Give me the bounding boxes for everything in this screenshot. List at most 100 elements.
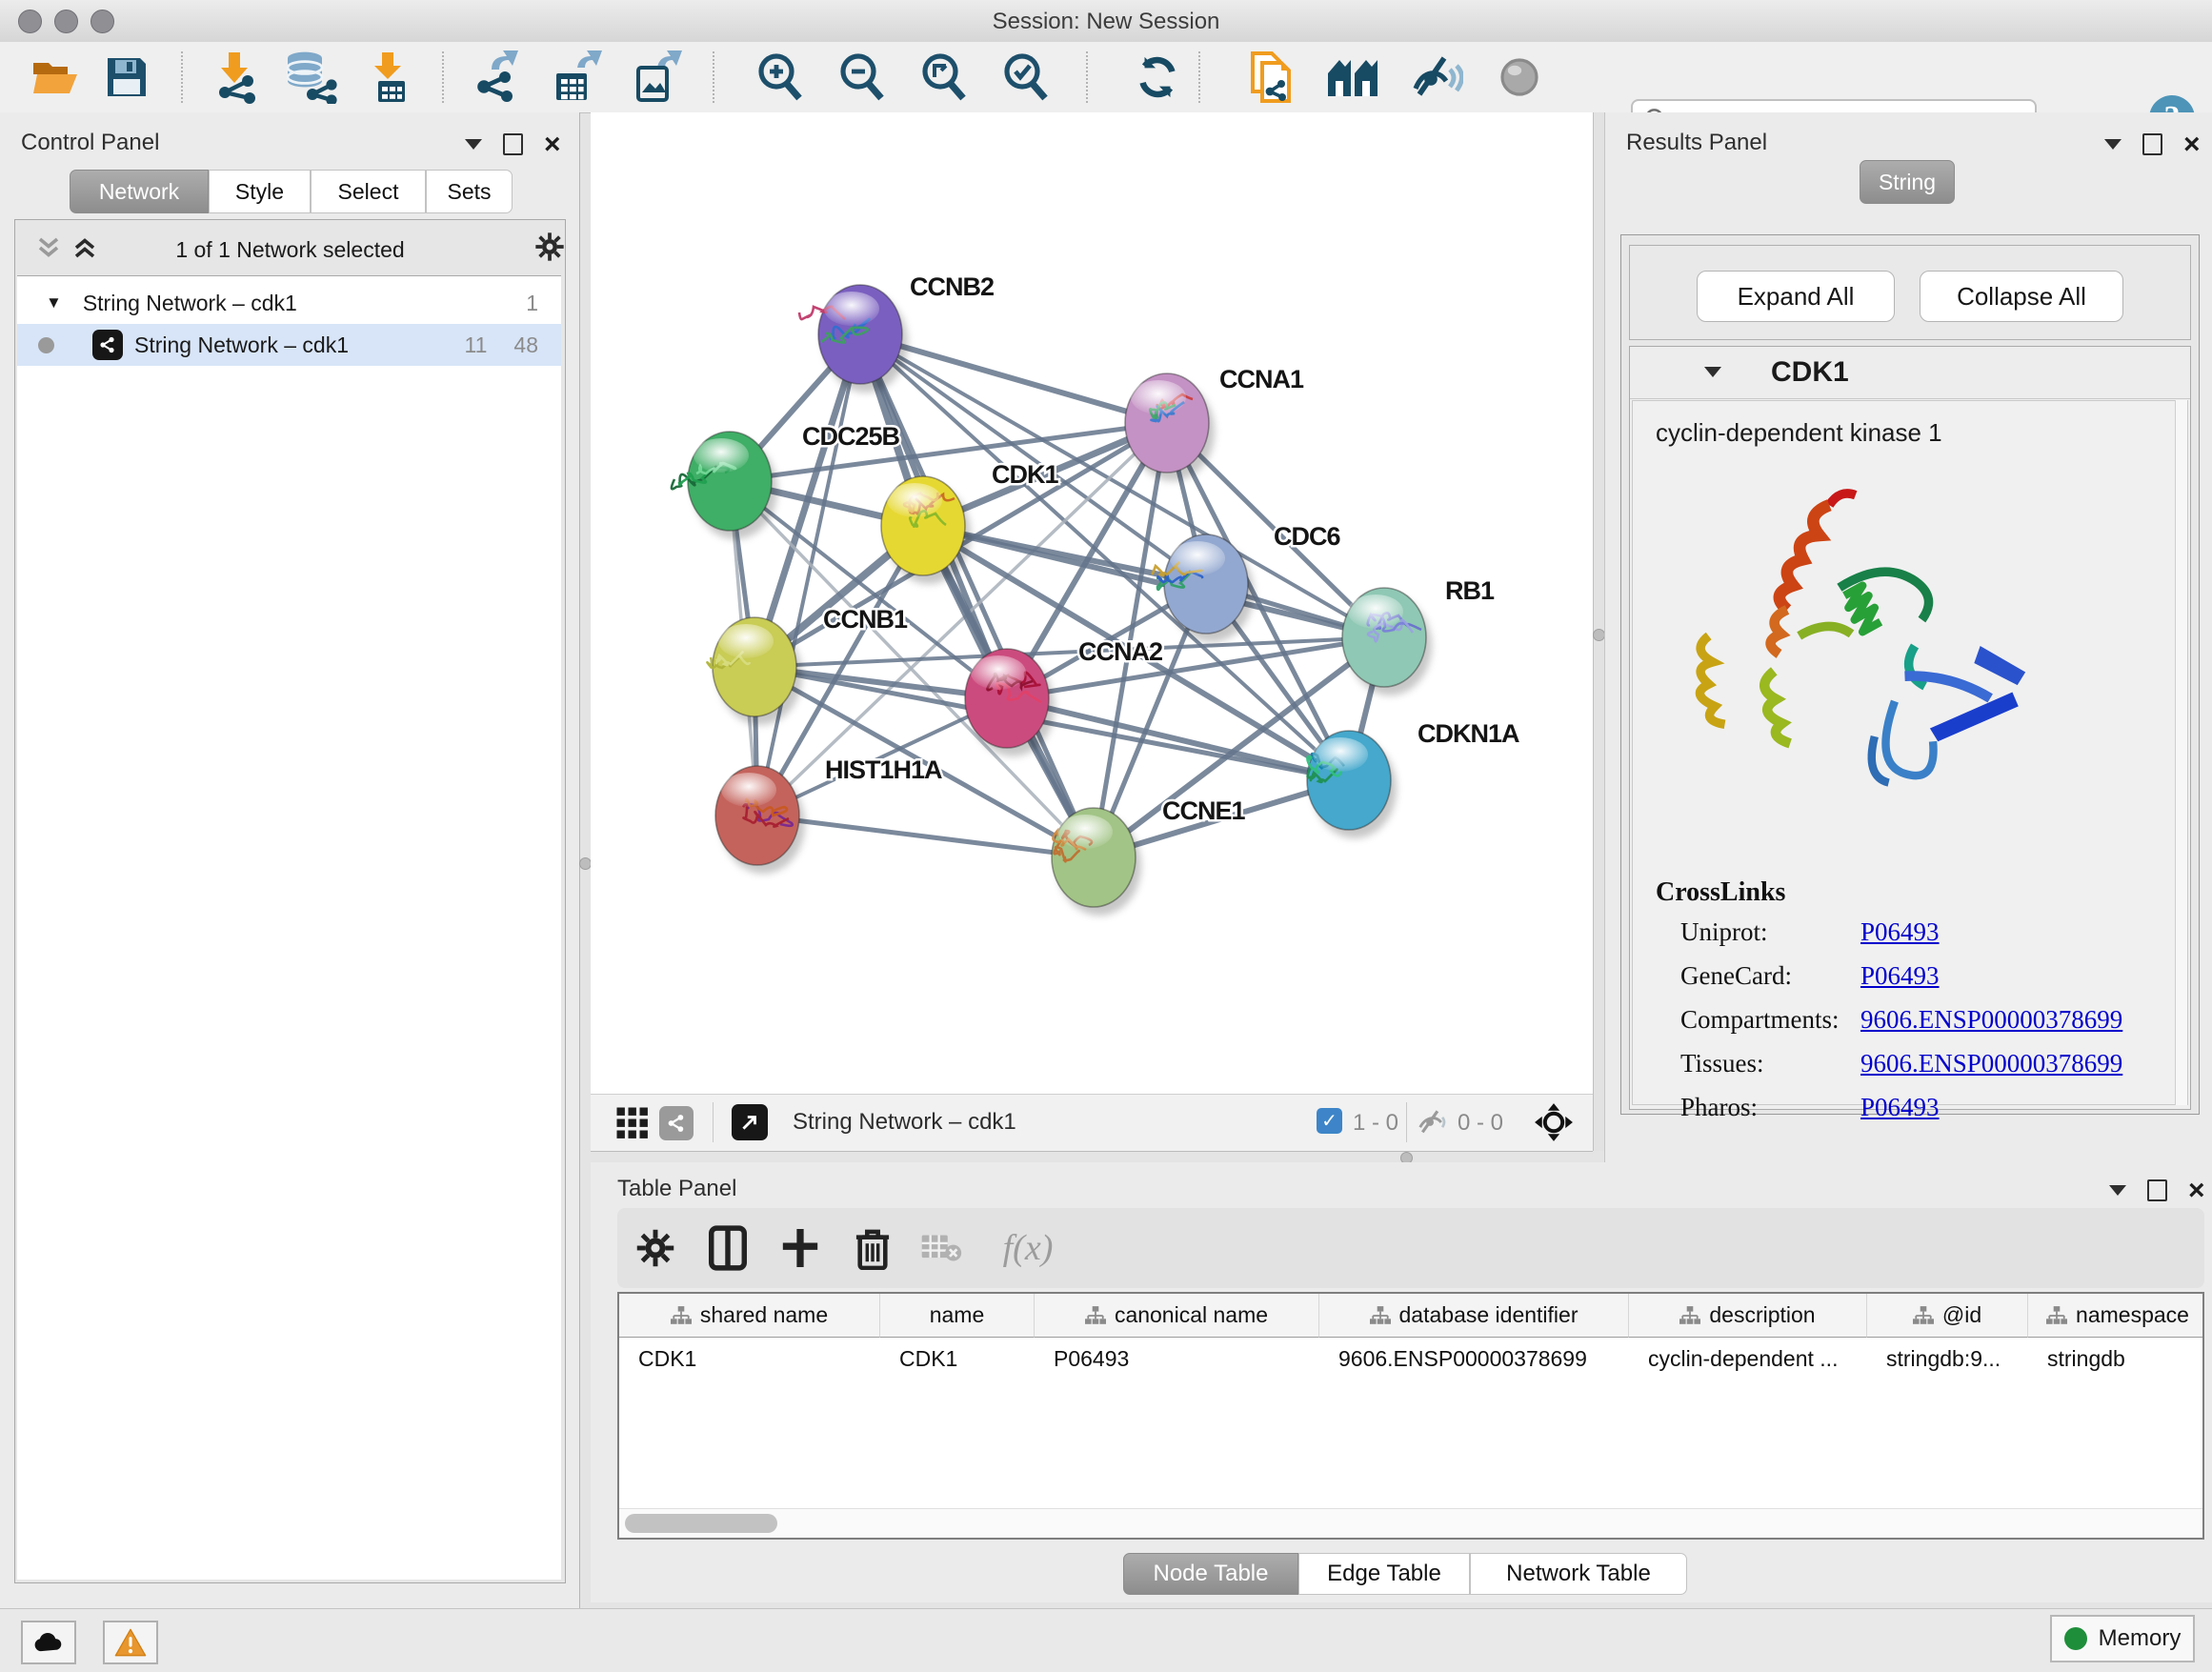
maximize-panel-icon[interactable] (2147, 1179, 2167, 1201)
crosslink-value-link[interactable]: P06493 (1860, 1093, 1940, 1122)
network-list-box: 1 of 1 Network selected ▼ String Network… (14, 219, 566, 1583)
zoom-in-button[interactable] (753, 50, 808, 105)
float-panel-icon[interactable] (2109, 1185, 2126, 1196)
hidden-eye-slash-icon[interactable] (1418, 1110, 1450, 1135)
network-node-rb1[interactable]: RB1 (1342, 576, 1495, 695)
crosslink-label: Uniprot: (1680, 917, 1768, 947)
toolbar-separator (1406, 1102, 1407, 1142)
crosslink-value-link[interactable]: P06493 (1860, 961, 1940, 991)
expand-all-button[interactable]: Expand All (1697, 271, 1895, 322)
maximize-panel-icon[interactable] (2142, 133, 2162, 155)
selected-checkbox-icon[interactable]: ✓ (1317, 1108, 1342, 1134)
column-header--id[interactable]: @id (1867, 1294, 2028, 1338)
table-cell[interactable]: stringdb:9... (1867, 1338, 2028, 1380)
column-header-label: @id (1942, 1302, 1981, 1328)
table-cell[interactable]: P06493 (1035, 1338, 1319, 1380)
export-network-button[interactable] (469, 50, 524, 105)
duplicate-network-button[interactable] (1244, 50, 1299, 105)
results-scrollbar[interactable] (2175, 400, 2187, 1105)
results-panel: Results Panel × String Expand All Collap… (1604, 112, 2212, 1162)
tab-network[interactable]: Network (70, 170, 209, 213)
close-panel-icon[interactable]: × (2188, 1181, 2205, 1200)
network-node-ccnb2[interactable]: CCNB2 (799, 272, 994, 393)
network-node-hist1h1a[interactable]: HIST1H1A (715, 755, 942, 874)
cloud-status-button[interactable] (21, 1621, 76, 1664)
table-options-gear-button[interactable] (629, 1221, 682, 1275)
close-panel-icon[interactable]: × (544, 135, 561, 154)
network-graph[interactable]: CCNB2CCNA1CDC25BCDK1CDC6RB1CCNB1CCNA2CDK… (591, 112, 1593, 1094)
crosslink-value-link[interactable]: 9606.ENSP00000378699 (1860, 1049, 2122, 1078)
network-node-cdc25b[interactable]: CDC25B (672, 422, 900, 539)
column-header-namespace[interactable]: namespace (2028, 1294, 2204, 1338)
tree-expander-icon[interactable]: ▼ (46, 293, 62, 312)
network-collection-row[interactable]: ▼ String Network – cdk1 1 (17, 282, 561, 324)
column-header-database-identifier[interactable]: database identifier (1319, 1294, 1629, 1338)
network-node-count: 11 (465, 332, 488, 358)
float-panel-icon[interactable] (2104, 139, 2122, 150)
tab-sets[interactable]: Sets (426, 170, 513, 213)
tab-style[interactable]: Style (209, 170, 311, 213)
node-label: CCNB1 (823, 605, 908, 634)
table-cell[interactable]: CDK1 (619, 1338, 880, 1380)
network-row-selected[interactable]: String Network – cdk1 11 48 (17, 324, 561, 366)
cdk1-section-header[interactable]: CDK1 (1630, 347, 2190, 399)
tab-network-table[interactable]: Network Table (1470, 1553, 1687, 1595)
toolbar-separator (713, 51, 714, 103)
refresh-button[interactable] (1130, 50, 1185, 105)
pan-crosshair-button[interactable] (1532, 1100, 1576, 1144)
table-cell[interactable]: cyclin-dependent ... (1629, 1338, 1867, 1380)
export-image-button[interactable] (629, 50, 684, 105)
column-header-canonical-name[interactable]: canonical name (1035, 1294, 1319, 1338)
network-canvas[interactable]: CCNB2CCNA1CDC25BCDK1CDC6RB1CCNB1CCNA2CDK… (591, 112, 1593, 1094)
network-node-cdkn1a[interactable]: CDKN1A (1307, 719, 1519, 838)
import-network-file-button[interactable] (208, 50, 263, 105)
scrollbar-thumb[interactable] (625, 1514, 777, 1533)
network-node-ccna1[interactable]: CCNA1 (1125, 365, 1304, 481)
zoom-selected-button[interactable] (998, 50, 1054, 105)
column-header-shared-name[interactable]: shared name (619, 1294, 880, 1338)
tab-select[interactable]: Select (311, 170, 426, 213)
close-panel-icon[interactable]: × (2183, 135, 2201, 154)
warnings-button[interactable] (103, 1621, 158, 1664)
table-cell[interactable]: 9606.ENSP00000378699 (1319, 1338, 1629, 1380)
table-cell[interactable]: stringdb (2028, 1338, 2204, 1380)
tab-edge-table[interactable]: Edge Table (1298, 1553, 1470, 1595)
table-cell[interactable]: CDK1 (880, 1338, 1035, 1380)
export-table-button[interactable] (549, 50, 604, 105)
crosslink-value-link[interactable]: P06493 (1860, 917, 1940, 947)
network-edge[interactable] (757, 334, 860, 816)
network-edge[interactable] (757, 816, 1094, 857)
network-share-button[interactable] (659, 1106, 694, 1140)
network-tree: ▼ String Network – cdk1 1 String Network… (17, 275, 561, 1580)
tab-string[interactable]: String (1860, 160, 1955, 204)
import-network-database-button[interactable] (282, 50, 337, 105)
add-column-button[interactable] (774, 1221, 827, 1275)
delete-column-button[interactable] (846, 1221, 899, 1275)
left-panel-divider[interactable] (579, 112, 591, 1608)
network-edge[interactable] (757, 423, 1167, 816)
section-collapse-icon[interactable] (1704, 367, 1721, 377)
maximize-panel-icon[interactable] (503, 133, 523, 155)
hide-selected-button[interactable] (1410, 50, 1465, 105)
fit-content-button[interactable] (916, 50, 972, 105)
table-horizontal-scrollbar[interactable] (619, 1508, 2202, 1538)
crosslink-value-link[interactable]: 9606.ENSP00000378699 (1860, 1005, 2122, 1035)
open-session-button[interactable] (29, 50, 84, 105)
node-table[interactable]: shared namenamecanonical namedatabase id… (617, 1292, 2204, 1540)
open-in-new-window-button[interactable] (732, 1104, 768, 1140)
zoom-out-button[interactable] (835, 50, 890, 105)
tab-node-table[interactable]: Node Table (1123, 1553, 1298, 1595)
import-table-button[interactable] (362, 50, 417, 105)
network-node-cdc6[interactable]: CDC6 (1153, 522, 1341, 642)
network-options-gear-button[interactable] (534, 232, 565, 262)
collapse-all-button[interactable]: Collapse All (1920, 271, 2123, 322)
column-header-name[interactable]: name (880, 1294, 1035, 1338)
save-session-button[interactable] (99, 50, 154, 105)
column-header-description[interactable]: description (1629, 1294, 1867, 1338)
show-all-button[interactable] (1492, 50, 1547, 105)
show-columns-button[interactable] (701, 1221, 754, 1275)
float-panel-icon[interactable] (465, 139, 482, 150)
birdseye-grid-button[interactable] (615, 1106, 650, 1140)
first-neighbors-button[interactable] (1326, 50, 1381, 105)
memory-button[interactable]: Memory (2050, 1615, 2195, 1662)
